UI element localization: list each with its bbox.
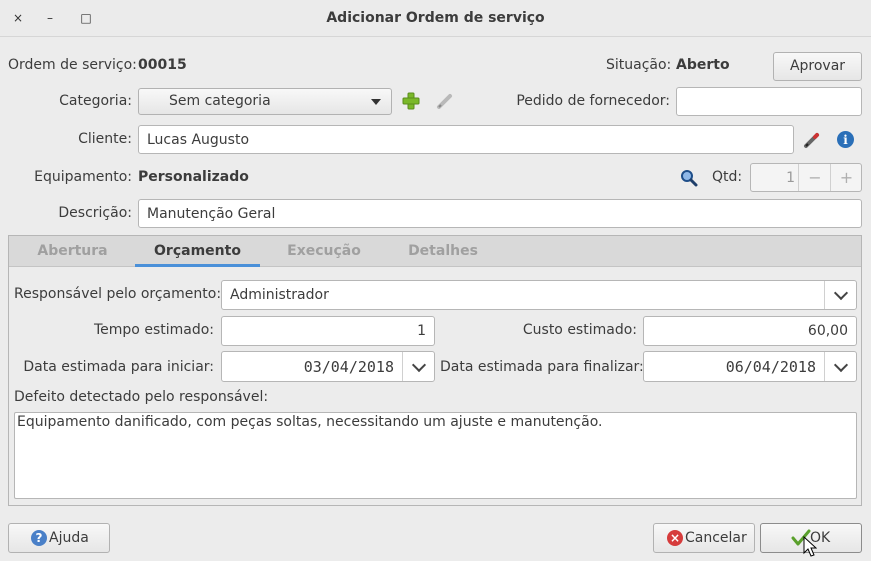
- tab-execucao[interactable]: Execução: [262, 236, 386, 266]
- chevron-down-icon: [833, 285, 849, 301]
- defect-label: Defeito detectado pelo responsável:: [14, 389, 269, 405]
- estimated-cost-label: Custo estimado:: [522, 322, 637, 338]
- description-label: Descrição:: [58, 205, 132, 221]
- client-input[interactable]: Lucas Augusto: [138, 125, 794, 154]
- start-date-label: Data estimada para iniciar:: [23, 359, 214, 375]
- tab-abertura[interactable]: Abertura: [10, 236, 135, 266]
- start-date-value: 03/04/2018: [303, 357, 394, 376]
- end-date-value: 06/04/2018: [725, 357, 816, 376]
- client-value: Lucas Augusto: [147, 131, 250, 148]
- order-label: Ordem de serviço:: [8, 57, 137, 73]
- help-icon: ?: [31, 530, 47, 546]
- description-input[interactable]: Manutenção Geral: [138, 199, 862, 228]
- defect-text: Equipamento danificado, com peças soltas…: [17, 414, 603, 430]
- supplier-order-input[interactable]: [676, 87, 862, 116]
- estimated-time-label: Tempo estimado:: [94, 322, 214, 338]
- equipment-value: Personalizado: [138, 169, 249, 185]
- status-label: Situação:: [606, 57, 672, 73]
- end-date-input[interactable]: 06/04/2018: [643, 351, 857, 382]
- end-date-label: Data estimada para finalizar:: [440, 359, 644, 375]
- window-title: Adicionar Ordem de serviço: [326, 10, 545, 26]
- qty-label: Qtd:: [712, 169, 743, 185]
- help-button[interactable]: ? Ajuda: [8, 523, 110, 553]
- defect-textarea[interactable]: Equipamento danificado, com peças soltas…: [14, 412, 857, 499]
- qty-minus-button[interactable]: −: [798, 164, 831, 191]
- mouse-cursor-icon: [803, 536, 817, 557]
- start-date-input[interactable]: 03/04/2018: [221, 351, 435, 382]
- status-value: Aberto: [676, 57, 730, 73]
- minimize-icon[interactable]: –: [40, 8, 60, 28]
- tab-orcamento[interactable]: Orçamento: [135, 236, 260, 266]
- responsible-label: Responsável pelo orçamento:: [14, 286, 222, 302]
- chevron-down-icon: [411, 357, 427, 373]
- estimated-time-value: 1: [417, 323, 426, 339]
- category-label: Categoria:: [59, 93, 132, 109]
- responsible-value: Administrador: [230, 287, 329, 303]
- responsible-combo[interactable]: Administrador: [221, 280, 857, 310]
- client-label: Cliente:: [78, 131, 132, 147]
- category-value: Sem categoria: [169, 93, 271, 109]
- description-value: Manutenção Geral: [147, 205, 276, 222]
- info-icon[interactable]: i: [837, 131, 854, 148]
- pencil-icon[interactable]: [436, 92, 454, 110]
- estimated-time-input[interactable]: 1: [221, 316, 435, 346]
- category-combo[interactable]: Sem categoria: [138, 88, 392, 115]
- close-icon[interactable]: ×: [8, 8, 28, 28]
- equipment-label: Equipamento:: [34, 169, 132, 185]
- qty-plus-button[interactable]: +: [830, 164, 862, 191]
- chevron-down-icon: [833, 357, 849, 373]
- end-date-dropdown[interactable]: [824, 352, 857, 381]
- supplier-order-label: Pedido de fornecedor:: [516, 93, 670, 109]
- maximize-icon[interactable]: □: [76, 8, 96, 28]
- edit-client-icon[interactable]: [803, 131, 821, 149]
- chevron-down-icon: [371, 99, 381, 105]
- tab-detalhes[interactable]: Detalhes: [386, 236, 500, 266]
- search-icon[interactable]: [680, 169, 698, 187]
- qty-stepper[interactable]: 1 − +: [750, 163, 862, 192]
- estimated-cost-input[interactable]: 60,00: [643, 316, 857, 346]
- add-icon[interactable]: [402, 92, 420, 110]
- cancel-icon: ×: [667, 530, 683, 546]
- approve-button[interactable]: Aprovar: [773, 52, 862, 81]
- start-date-dropdown[interactable]: [402, 352, 435, 381]
- active-tab-indicator: [135, 264, 260, 267]
- qty-value: 1: [786, 169, 795, 186]
- order-number: 00015: [138, 57, 187, 73]
- estimated-cost-value: 60,00: [807, 323, 848, 339]
- cancel-button[interactable]: × Cancelar: [653, 523, 755, 553]
